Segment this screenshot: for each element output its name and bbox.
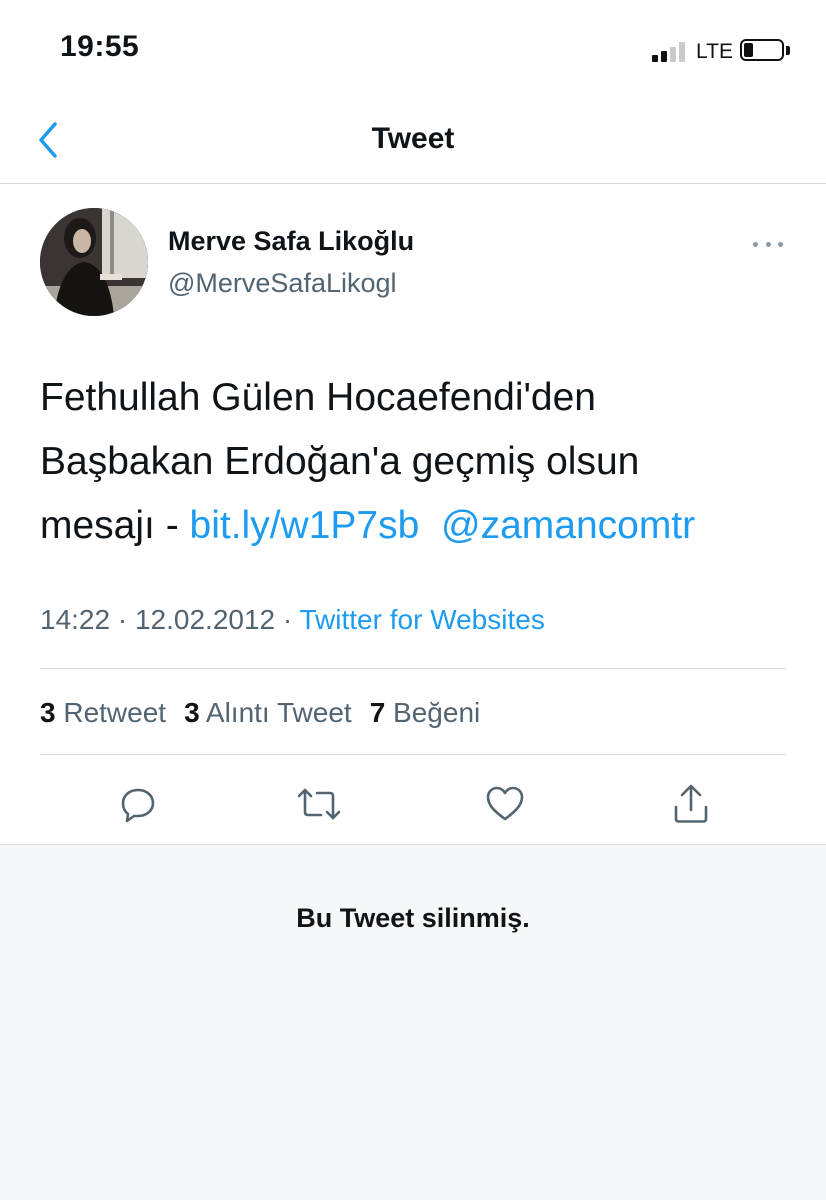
tweet-text-line2: Başbakan Erdoğan'a geçmiş olsun: [40, 440, 640, 483]
tweet-meta: 14:22 · 12.02.2012 · Twitter for Website…: [40, 604, 545, 636]
tweet-stats: 3 Retweet 3 Alıntı Tweet 7 Beğeni: [40, 697, 480, 729]
reply-button[interactable]: [113, 779, 163, 829]
share-button[interactable]: [666, 779, 716, 829]
status-time: 19:55: [60, 30, 140, 63]
tweet-link[interactable]: bit.ly/w1P7sb: [190, 504, 420, 547]
meta-separator: ·: [282, 604, 293, 635]
nav-header: Tweet: [0, 100, 826, 184]
like-button[interactable]: [480, 779, 530, 829]
retweet-button[interactable]: [294, 779, 344, 829]
meta-separator: ·: [117, 604, 128, 635]
status-bar: 19:55 LTE: [0, 0, 826, 100]
retweet-icon: [297, 788, 341, 820]
more-icon[interactable]: [748, 232, 788, 256]
author-name[interactable]: Merve Safa Likoğlu: [168, 226, 414, 257]
share-icon: [674, 784, 708, 823]
tweet-source[interactable]: Twitter for Websites: [300, 604, 545, 635]
quote-tweet-label: Alıntı Tweet: [205, 697, 352, 728]
retweet-stat[interactable]: 3 Retweet: [40, 697, 166, 729]
signal-icon: [652, 40, 688, 62]
divider: [40, 668, 786, 669]
like-label: Beğeni: [393, 697, 481, 728]
avatar-image: [40, 208, 148, 316]
reply-icon: [121, 788, 155, 823]
retweet-count: 3: [40, 697, 56, 728]
tweet-date: 12.02.2012: [134, 604, 276, 635]
like-icon: [486, 786, 524, 821]
tweet-text-line3: mesajı -: [40, 504, 190, 547]
battery-cap: [786, 46, 790, 55]
tweet-mention[interactable]: @zamancomtr: [441, 504, 695, 547]
avatar[interactable]: [40, 208, 148, 316]
deleted-notice: Bu Tweet silinmiş.: [296, 903, 530, 933]
quote-tweet-count: 3: [184, 697, 200, 728]
retweet-label: Retweet: [63, 697, 167, 728]
tweet-time: 14:22: [40, 604, 111, 635]
tweet-text: Fethullah Gülen Hocaefendi'den Başbakan …: [40, 366, 800, 558]
battery-level: [744, 43, 753, 57]
action-bar: [0, 775, 826, 833]
tweet-text-line1: Fethullah Gülen Hocaefendi'den: [40, 376, 596, 419]
quote-tweet-stat[interactable]: 3 Alıntı Tweet: [184, 697, 352, 729]
screen: 19:55 LTE Tweet Merve Safa Likoğlu @Merv…: [0, 0, 826, 1200]
page-title: Tweet: [371, 122, 455, 155]
battery-icon: [740, 39, 784, 61]
like-count: 7: [369, 697, 386, 728]
network-type: LTE: [696, 40, 733, 63]
divider: [40, 754, 786, 755]
like-stat[interactable]: 7 Beğeni: [370, 697, 481, 729]
deleted-tweet-panel: Bu Tweet silinmiş.: [0, 844, 826, 1200]
author-handle[interactable]: @MerveSafaLikogl: [168, 268, 397, 299]
